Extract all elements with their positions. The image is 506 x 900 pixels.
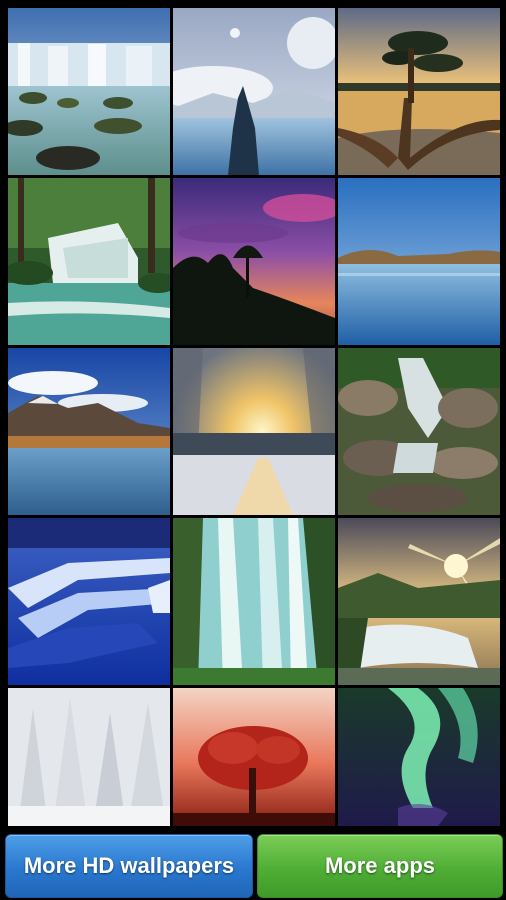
wallpaper-thumbnail-snow-trees[interactable] (8, 688, 170, 826)
wallpaper-thumbnail-tree-sunset-lake[interactable] (338, 8, 500, 175)
wallpaper-thumbnail-forest-waterfall[interactable] (8, 178, 170, 345)
more-apps-label: More apps (324, 853, 436, 878)
app-screen: More HD wallpapers More apps (0, 0, 506, 900)
more-apps-button[interactable]: More apps (257, 834, 503, 898)
more-hd-wallpapers-label: More HD wallpapers (23, 853, 235, 878)
wallpaper-thumbnail-sunset-cascade[interactable] (338, 518, 500, 685)
wallpaper-thumbnail-red-tree[interactable] (173, 688, 335, 826)
wallpaper-thumbnail-aurora[interactable] (338, 688, 500, 826)
wallpaper-thumbnail-calm-lake[interactable] (338, 178, 500, 345)
wallpaper-thumbnail-snowy-forest-sun[interactable] (173, 348, 335, 515)
wallpaper-thumbnail-waterfall-cliffs[interactable] (8, 8, 170, 175)
wallpaper-thumbnail-blue-terraces[interactable] (8, 518, 170, 685)
wallpaper-thumbnail-purple-sky-tree[interactable] (173, 178, 335, 345)
wallpaper-grid (8, 8, 500, 826)
wallpaper-thumbnail-rocky-stream[interactable] (338, 348, 500, 515)
wallpaper-thumbnail-mountain-lake[interactable] (8, 348, 170, 515)
footer-bar: More HD wallpapers More apps (0, 828, 506, 900)
more-hd-wallpapers-button[interactable]: More HD wallpapers (5, 834, 253, 898)
wallpaper-thumbnail-tall-waterfall[interactable] (173, 518, 335, 685)
wallpaper-thumbnail-moon-mountain-lake[interactable] (173, 8, 335, 175)
